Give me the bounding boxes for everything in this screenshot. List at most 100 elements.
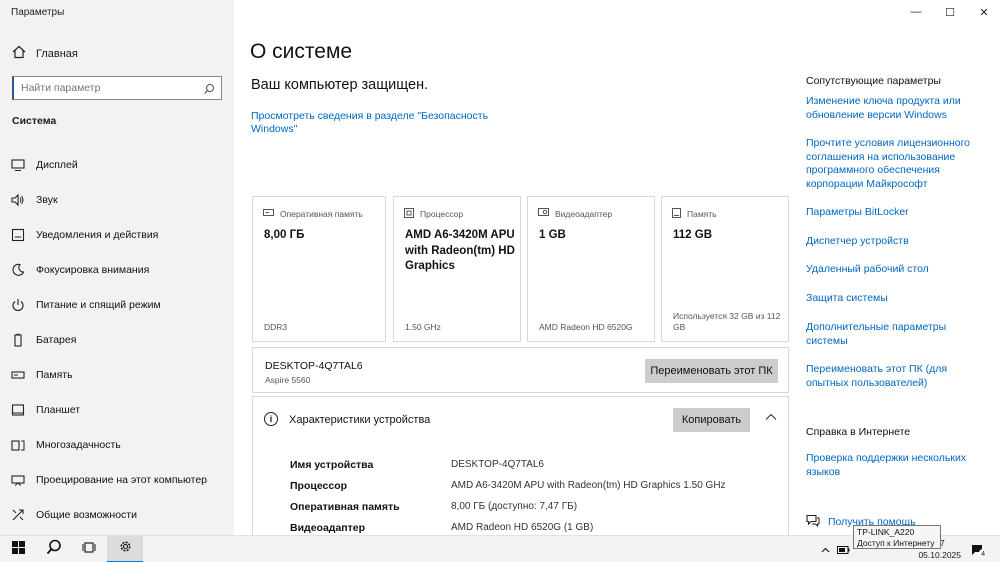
info-icon: i bbox=[264, 412, 278, 426]
windows-logo-icon bbox=[11, 540, 25, 559]
task-view-button[interactable] bbox=[71, 536, 107, 562]
spec-key: Процессор bbox=[290, 480, 348, 492]
link-language-support[interactable]: Проверка поддержки нескольких языков bbox=[806, 452, 971, 479]
spec-value: AMD Radeon HD 6520G (1 GB) bbox=[451, 522, 594, 533]
storage-icon bbox=[11, 368, 25, 382]
search-input[interactable] bbox=[14, 77, 194, 99]
link-remote-desktop[interactable]: Удаленный рабочий стол bbox=[806, 263, 971, 277]
search-box[interactable] bbox=[12, 76, 222, 100]
spec-key: Оперативная память bbox=[290, 501, 400, 513]
sidebar-item-storage[interactable]: Память bbox=[0, 357, 234, 392]
link-device-manager[interactable]: Диспетчер устройств bbox=[806, 235, 971, 249]
gear-icon bbox=[118, 539, 133, 559]
sidebar-item-focus[interactable]: Фокусировка внимания bbox=[0, 252, 234, 287]
close-button[interactable]: ✕ bbox=[966, 0, 1000, 24]
minimize-button[interactable]: — bbox=[898, 0, 934, 24]
sidebar-item-label: Звук bbox=[36, 193, 58, 206]
card-label: Оперативная память bbox=[280, 208, 363, 219]
sidebar-item-notifications[interactable]: Уведомления и действия bbox=[0, 217, 234, 252]
card-label: Видеоадаптер bbox=[555, 208, 613, 219]
link-rename-advanced[interactable]: Переименовать этот ПК (для опытных польз… bbox=[806, 363, 971, 390]
battery-icon bbox=[11, 333, 25, 347]
card-value: AMD A6-3420M APU with Radeon(tm) HD Grap… bbox=[405, 229, 515, 272]
pc-model: Aspire 5560 bbox=[265, 375, 311, 385]
card-value: 1 GB bbox=[539, 229, 566, 241]
rename-pc-button[interactable]: Переименовать этот ПК bbox=[645, 359, 778, 383]
copy-button[interactable]: Копировать bbox=[673, 408, 750, 432]
sidebar-item-display[interactable]: Дисплей bbox=[0, 147, 234, 182]
card-value: 112 GB bbox=[673, 229, 712, 241]
sidebar-item-label: Проецирование на этот компьютер bbox=[36, 473, 207, 486]
title-bar: Параметры — ☐ ✕ bbox=[0, 0, 1000, 26]
link-bitlocker[interactable]: Параметры BitLocker bbox=[806, 206, 971, 220]
sidebar-item-label: Общие возможности bbox=[36, 508, 137, 521]
card-sub: DDR3 bbox=[264, 322, 288, 332]
sidebar-item-label: Память bbox=[36, 368, 73, 381]
sidebar-item-label: Фокусировка внимания bbox=[36, 263, 150, 276]
windows-security-link[interactable]: Просмотреть сведения в разделе "Безопасн… bbox=[251, 110, 501, 136]
nav-section-title: Система bbox=[12, 115, 57, 127]
sidebar-item-label: Планшет bbox=[36, 403, 81, 416]
nav-list: Дисплей Звук Уведомления и действия Фоку… bbox=[0, 147, 234, 532]
disk-icon bbox=[672, 208, 681, 220]
sidebar-item-power[interactable]: Питание и спящий режим bbox=[0, 287, 234, 322]
help-heading: Справка в Интернете bbox=[806, 426, 911, 438]
ram-icon bbox=[263, 208, 274, 219]
card-value: 8,00 ГБ bbox=[264, 229, 305, 241]
start-button[interactable] bbox=[0, 536, 36, 562]
nav-pane: Главная Система Дисплей Звук Уведомления… bbox=[0, 0, 234, 535]
card-cpu: Процессор AMD A6-3420M APU with Radeon(t… bbox=[393, 196, 521, 342]
notifications-icon bbox=[11, 228, 25, 242]
sidebar-item-projecting[interactable]: Проецирование на этот компьютер bbox=[0, 462, 234, 497]
restore-button[interactable]: ☐ bbox=[932, 0, 968, 24]
card-label: Память bbox=[687, 209, 717, 219]
sidebar-item-label: Батарея bbox=[36, 333, 77, 346]
spec-row: Видеоадаптер AMD Radeon HD 6520G (1 GB) bbox=[290, 522, 593, 534]
nav-home-label: Главная bbox=[36, 47, 78, 60]
clock-date: 05.10.2025 bbox=[918, 550, 961, 560]
power-icon bbox=[11, 298, 25, 312]
spec-row: Имя устройства DESKTOP-4Q7TAL6 bbox=[290, 459, 544, 471]
multitask-icon bbox=[11, 438, 25, 452]
nav-home[interactable]: Главная bbox=[12, 45, 78, 62]
moon-icon bbox=[11, 263, 25, 277]
tablet-icon bbox=[11, 403, 25, 417]
related-heading: Сопутствующие параметры bbox=[806, 75, 941, 87]
sidebar-item-multitasking[interactable]: Многозадачность bbox=[0, 427, 234, 462]
monitor-icon bbox=[11, 158, 25, 172]
pc-name-panel: DESKTOP-4Q7TAL6 Aspire 5560 Переименоват… bbox=[252, 347, 789, 393]
link-change-product-key[interactable]: Изменение ключа продукта или обновление … bbox=[806, 95, 971, 122]
taskbar-settings-app[interactable] bbox=[107, 536, 143, 562]
link-advanced-settings[interactable]: Дополнительные параметры системы bbox=[806, 321, 971, 348]
spec-key: Имя устройства bbox=[290, 459, 374, 471]
battery-tray-icon[interactable] bbox=[835, 536, 851, 562]
card-sub: AMD Radeon HD 6520G bbox=[539, 322, 633, 332]
chat-icon bbox=[806, 514, 820, 530]
window-title: Параметры bbox=[11, 7, 65, 18]
card-gpu: Видеоадаптер 1 GB AMD Radeon HD 6520G bbox=[527, 196, 655, 342]
search-icon[interactable] bbox=[203, 82, 215, 94]
tooltip-network-status: Доступ к Интернету bbox=[857, 538, 935, 548]
link-system-protection[interactable]: Защита системы bbox=[806, 292, 971, 306]
speaker-icon bbox=[11, 193, 25, 207]
sidebar-item-label: Уведомления и действия bbox=[36, 228, 159, 241]
cpu-icon bbox=[404, 208, 414, 220]
sidebar-item-battery[interactable]: Батарея bbox=[0, 322, 234, 357]
chevron-up-icon[interactable] bbox=[764, 410, 778, 424]
chevron-up-icon[interactable] bbox=[818, 536, 832, 562]
tooltip-network-name: TP-LINK_A220 bbox=[857, 527, 915, 537]
sidebar-item-shared[interactable]: Общие возможности bbox=[0, 497, 234, 532]
sidebar-item-sound[interactable]: Звук bbox=[0, 182, 234, 217]
card-ram: Оперативная память 8,00 ГБ DDR3 bbox=[252, 196, 386, 342]
link-license-terms[interactable]: Прочтите условия лицензионного соглашени… bbox=[806, 137, 971, 191]
spec-value: DESKTOP-4Q7TAL6 bbox=[451, 459, 544, 470]
gpu-icon bbox=[538, 208, 549, 219]
taskbar: 7 05.10.2025 4 bbox=[0, 535, 1000, 562]
device-specs-panel: i Характеристики устройства Копировать И… bbox=[252, 396, 789, 535]
sidebar-item-label: Многозадачность bbox=[36, 438, 121, 451]
spec-row: Оперативная память 8,00 ГБ (доступно: 7,… bbox=[290, 501, 577, 513]
projector-icon bbox=[11, 473, 25, 487]
sidebar-item-tablet[interactable]: Планшет bbox=[0, 392, 234, 427]
spec-value: 8,00 ГБ (доступно: 7,47 ГБ) bbox=[451, 501, 578, 512]
taskbar-search-button[interactable] bbox=[36, 536, 72, 562]
